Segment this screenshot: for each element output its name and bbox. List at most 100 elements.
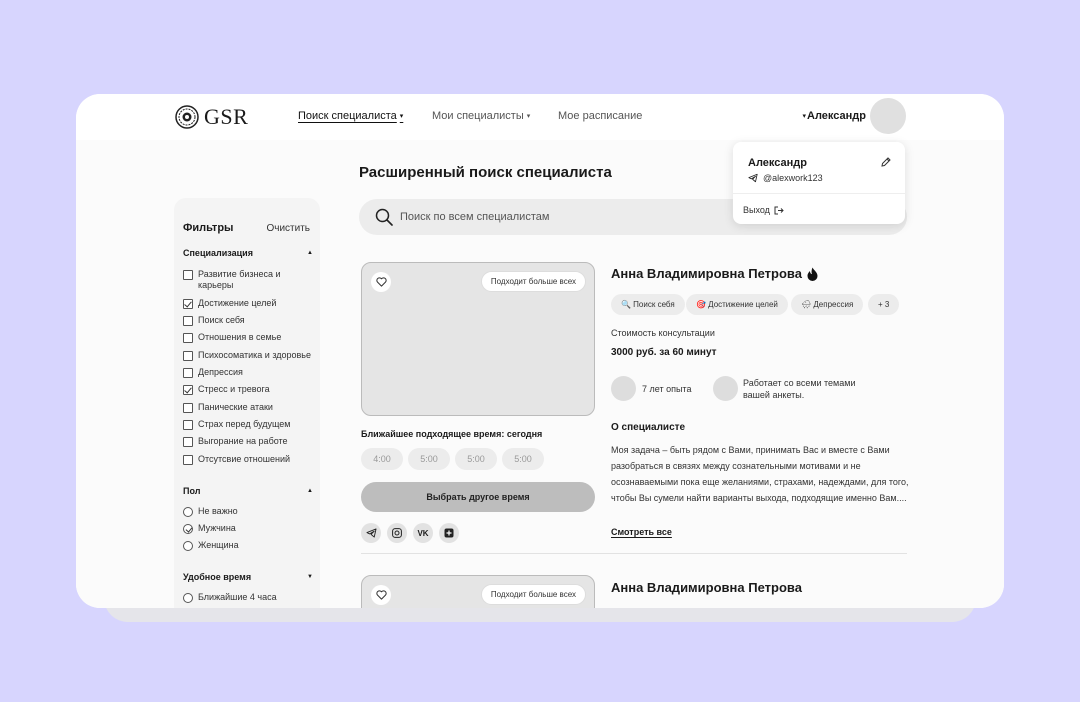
user-menu-chevron-icon[interactable]: ▾ [802,112,806,120]
filter-checkbox-no-relationship[interactable]: Отсутсвие отношений [183,454,290,465]
radio-gender-female[interactable]: Женщина [183,540,239,551]
radio-label: Женщина [198,540,239,550]
specialist-name[interactable]: Анна Владимировна Петрова [611,580,802,595]
filter-checkbox-family[interactable]: Отношения в семье [183,332,281,343]
section-specialization[interactable]: Специализация [183,248,253,258]
edit-icon[interactable] [881,157,891,167]
filter-label: Панические атаки [198,402,273,412]
radio[interactable] [183,541,193,551]
about-text: Моя задача – быть рядом с Вами, принимат… [611,445,909,503]
nav-my-specialists[interactable]: Мои специалисты ▾ [432,110,530,122]
filter-checkbox-goals[interactable]: Достижение целей [183,298,276,309]
other-social-link[interactable] [439,523,459,543]
time-slot[interactable]: 5:00 [408,448,450,470]
checkbox[interactable] [183,316,193,326]
logout-button[interactable]: Выход [743,205,784,215]
search-icon [375,208,393,226]
checkbox[interactable] [183,351,193,361]
nav-label: Поиск специалиста [298,110,397,122]
collapse-icon[interactable]: ▲ [307,250,313,256]
instagram-icon [392,528,402,538]
best-match-badge: Подходит больше всех [480,271,586,292]
section-convenient-time[interactable]: Удобное время [183,572,251,582]
nav-specialist-search[interactable]: Поиск специалиста ▾ [298,110,403,122]
nav-label: Мое расписание [558,110,643,122]
expand-icon[interactable]: ▼ [307,574,313,580]
card-divider [361,553,907,554]
radio-checked[interactable] [183,524,193,534]
vk-link[interactable]: VK [413,523,433,543]
see-all-link[interactable]: Смотреть все [611,527,672,537]
filter-checkbox-depression[interactable]: Депрессия [183,367,243,378]
checkbox[interactable] [183,455,193,465]
logo-text: GSR [204,104,249,129]
avatar[interactable] [870,98,906,134]
filters-title: Фильтры [183,222,234,234]
heart-icon [375,277,387,287]
radio[interactable] [183,507,193,517]
instagram-link[interactable] [387,523,407,543]
logout-icon [774,206,784,214]
user-name[interactable]: Александр [807,110,866,122]
tag-self-search: 🔍 Поиск себя [611,294,685,315]
specialist-photo[interactable]: Подходит больше всех [361,575,595,608]
filter-label: Отношения в семье [198,332,282,342]
filter-label: Выгорание на работе [198,436,288,446]
nav-my-schedule[interactable]: Мое расписание [558,110,642,122]
experience-icon [611,376,636,401]
chevron-down-icon: ▾ [399,113,404,120]
choose-other-time-button[interactable]: Выбрать другое время [361,482,595,512]
search-placeholder: Поиск по всем специалистам [400,211,550,223]
radio-gender-male[interactable]: Мужчина [183,523,236,534]
section-gender[interactable]: Пол [183,486,200,496]
filter-label: Поиск себя [198,315,245,325]
checkbox-checked[interactable] [183,299,193,309]
checkbox[interactable] [183,333,193,343]
themes-icon [713,376,738,401]
filter-checkbox-stress[interactable]: Стресс и тревога [183,384,270,395]
filter-label: Стресс и тревога [198,384,270,394]
favorite-button[interactable] [371,272,391,292]
specialist-photo[interactable]: Подходит больше всех [361,262,595,416]
filter-checkbox-panic[interactable]: Панические атаки [183,402,273,413]
filter-label: Отсутсвие отношений [198,454,291,464]
checkbox[interactable] [183,420,193,430]
filter-label: Страх перед будущем [198,419,291,429]
filters-panel: Фильтры Очистить Специализация ▲ Развити… [174,198,320,608]
filter-checkbox-self[interactable]: Поиск себя [183,315,245,326]
telegram-link[interactable] [361,523,381,543]
checkbox[interactable] [183,437,193,447]
radio-time-4h[interactable]: Ближайшие 4 часа [183,592,277,603]
heart-icon [375,590,387,600]
specialist-name[interactable]: Анна Владимировна Петрова [611,266,818,281]
divider [733,193,905,194]
clear-filters-button[interactable]: Очистить [266,223,310,234]
nav-label: Мои специалисты [432,110,524,122]
logout-label: Выход [743,205,770,215]
filter-checkbox-business[interactable]: Развитие бизнеса и карьеры [183,269,288,291]
filter-checkbox-fear[interactable]: Страх перед будущем [183,419,290,430]
favorite-button[interactable] [371,585,391,605]
user-handle: @alexwork123 [763,173,823,183]
checkbox[interactable] [183,270,193,280]
tag-more[interactable]: + 3 [868,294,900,315]
time-slot[interactable]: 5:00 [455,448,497,470]
radio-gender-any[interactable]: Не важно [183,506,238,517]
themes-text: Работает со всеми темами вашей анкеты. [743,378,856,400]
filter-checkbox-psychosomatics[interactable]: Психосоматика и здоровье [183,350,311,361]
logo[interactable]: GSR [175,104,248,130]
best-match-badge: Подходит больше всех [480,584,586,605]
filter-checkbox-burnout[interactable]: Выгорание на работе [183,436,288,447]
filter-label: Психосоматика и здоровье [198,350,311,360]
radio[interactable] [183,593,193,603]
fire-icon [807,267,818,281]
time-slot[interactable]: 5:00 [502,448,544,470]
checkbox-checked[interactable] [183,385,193,395]
user-menu-name: Александр [748,157,807,169]
time-slot[interactable]: 4:00 [361,448,403,470]
collapse-icon[interactable]: ▲ [307,488,313,494]
checkbox[interactable] [183,403,193,413]
checkbox[interactable] [183,368,193,378]
logo-emblem-icon [175,105,199,129]
top-bar: GSR Поиск специалиста ▾ Мои специалисты ▾ … [76,94,1004,140]
